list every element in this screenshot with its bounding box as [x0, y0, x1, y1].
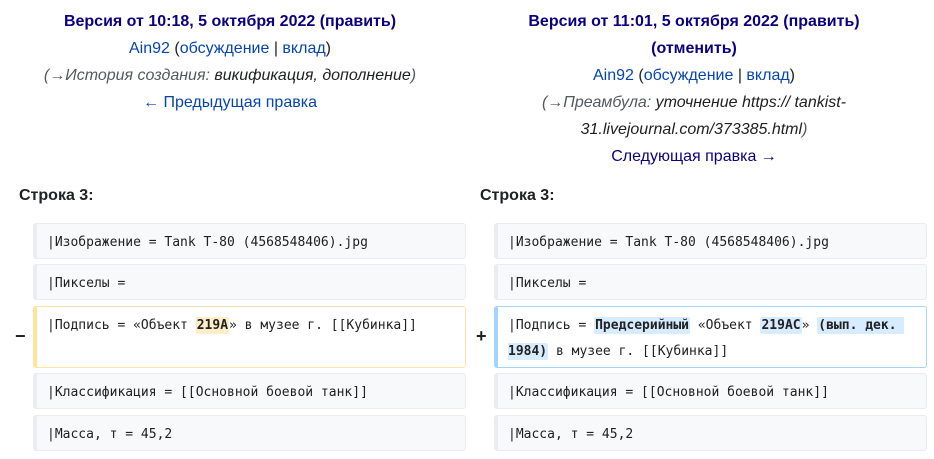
new-row-caption: |Подпись = Предсерийный «Объект 219АС» (… [494, 306, 927, 368]
new-row-classification: |Классификация = [[Основной боевой танк]… [494, 373, 927, 409]
deleted-text: 219А [195, 317, 230, 334]
new-row-mass: |Масса, т = 45,2 [494, 415, 927, 451]
old-row-classification: |Классификация = [[Основной боевой танк]… [33, 373, 466, 409]
old-row-image: |Изображение = Tank T-80 (4568548406).jp… [33, 223, 466, 259]
added-text-2: 219АС [760, 317, 802, 334]
new-talk-link[interactable]: обсуждение [644, 67, 734, 84]
old-caption-post: » в музее г. [[Кубинка]] [229, 318, 417, 333]
new-caption-mid2: » [801, 318, 818, 333]
new-edit-summary: (→Преамбула: уточнение https:// tankist-… [464, 89, 924, 143]
old-row-caption: |Подпись = «Объект 219А» в музее г. [[Ку… [33, 306, 466, 368]
new-revision-header: Версия от 11:01, 5 октября 2022 (править… [464, 8, 924, 170]
new-row-image: |Изображение = Tank T-80 (4568548406).jp… [494, 223, 927, 259]
previous-edit-link[interactable]: ← Предыдущая правка [143, 94, 317, 111]
new-user-link[interactable]: Ain92 [593, 67, 634, 84]
old-version-link[interactable]: Версия от 10:18, 5 октября 2022 [64, 13, 315, 30]
new-caption-post: в музее г. [[Кубинка]] [548, 344, 729, 359]
old-edit-link[interactable]: (править) [320, 13, 396, 30]
new-line-number: Строка 3: [480, 187, 555, 204]
old-row-pixels: |Пикселы = [33, 264, 466, 300]
old-talk-link[interactable]: обсуждение [180, 40, 270, 57]
old-user-link[interactable]: Ain92 [129, 40, 170, 57]
new-row-pixels: |Пикселы = [494, 264, 927, 300]
next-edit-link[interactable]: Следующая правка → [611, 148, 777, 165]
new-contrib-link[interactable]: вклад [746, 67, 789, 84]
old-summary-close: ) [410, 67, 417, 84]
undo-link[interactable]: (отменить) [651, 40, 737, 57]
separator: | [737, 67, 742, 84]
deletion-marker: − [15, 326, 26, 346]
old-contrib-link[interactable]: вклад [282, 40, 325, 57]
old-line-number: Строка 3: [19, 187, 94, 204]
new-edit-link[interactable]: (править) [783, 13, 859, 30]
old-revision-header: Версия от 10:18, 5 октября 2022 (править… [0, 8, 460, 116]
old-summary-section[interactable]: (→История создания: [44, 67, 210, 84]
added-text-1: Предсерийный [594, 317, 691, 334]
old-edit-summary: (→История создания: викификация, дополне… [0, 62, 460, 89]
new-summary-close: ) [802, 121, 808, 138]
paren-close: ) [789, 67, 795, 84]
new-caption-pre: |Подпись = [508, 318, 595, 333]
new-caption-mid1: «Объект [690, 318, 761, 333]
old-summary-text: викификация, дополнение [214, 67, 411, 84]
paren-close: ) [325, 40, 331, 57]
new-summary-section[interactable]: (→Преамбула: [542, 94, 651, 111]
addition-marker: + [476, 326, 487, 346]
new-version-link[interactable]: Версия от 11:01, 5 октября 2022 [528, 13, 778, 30]
separator: | [273, 40, 278, 57]
old-row-mass: |Масса, т = 45,2 [33, 415, 466, 451]
old-caption-pre: |Подпись = «Объект [47, 318, 196, 333]
